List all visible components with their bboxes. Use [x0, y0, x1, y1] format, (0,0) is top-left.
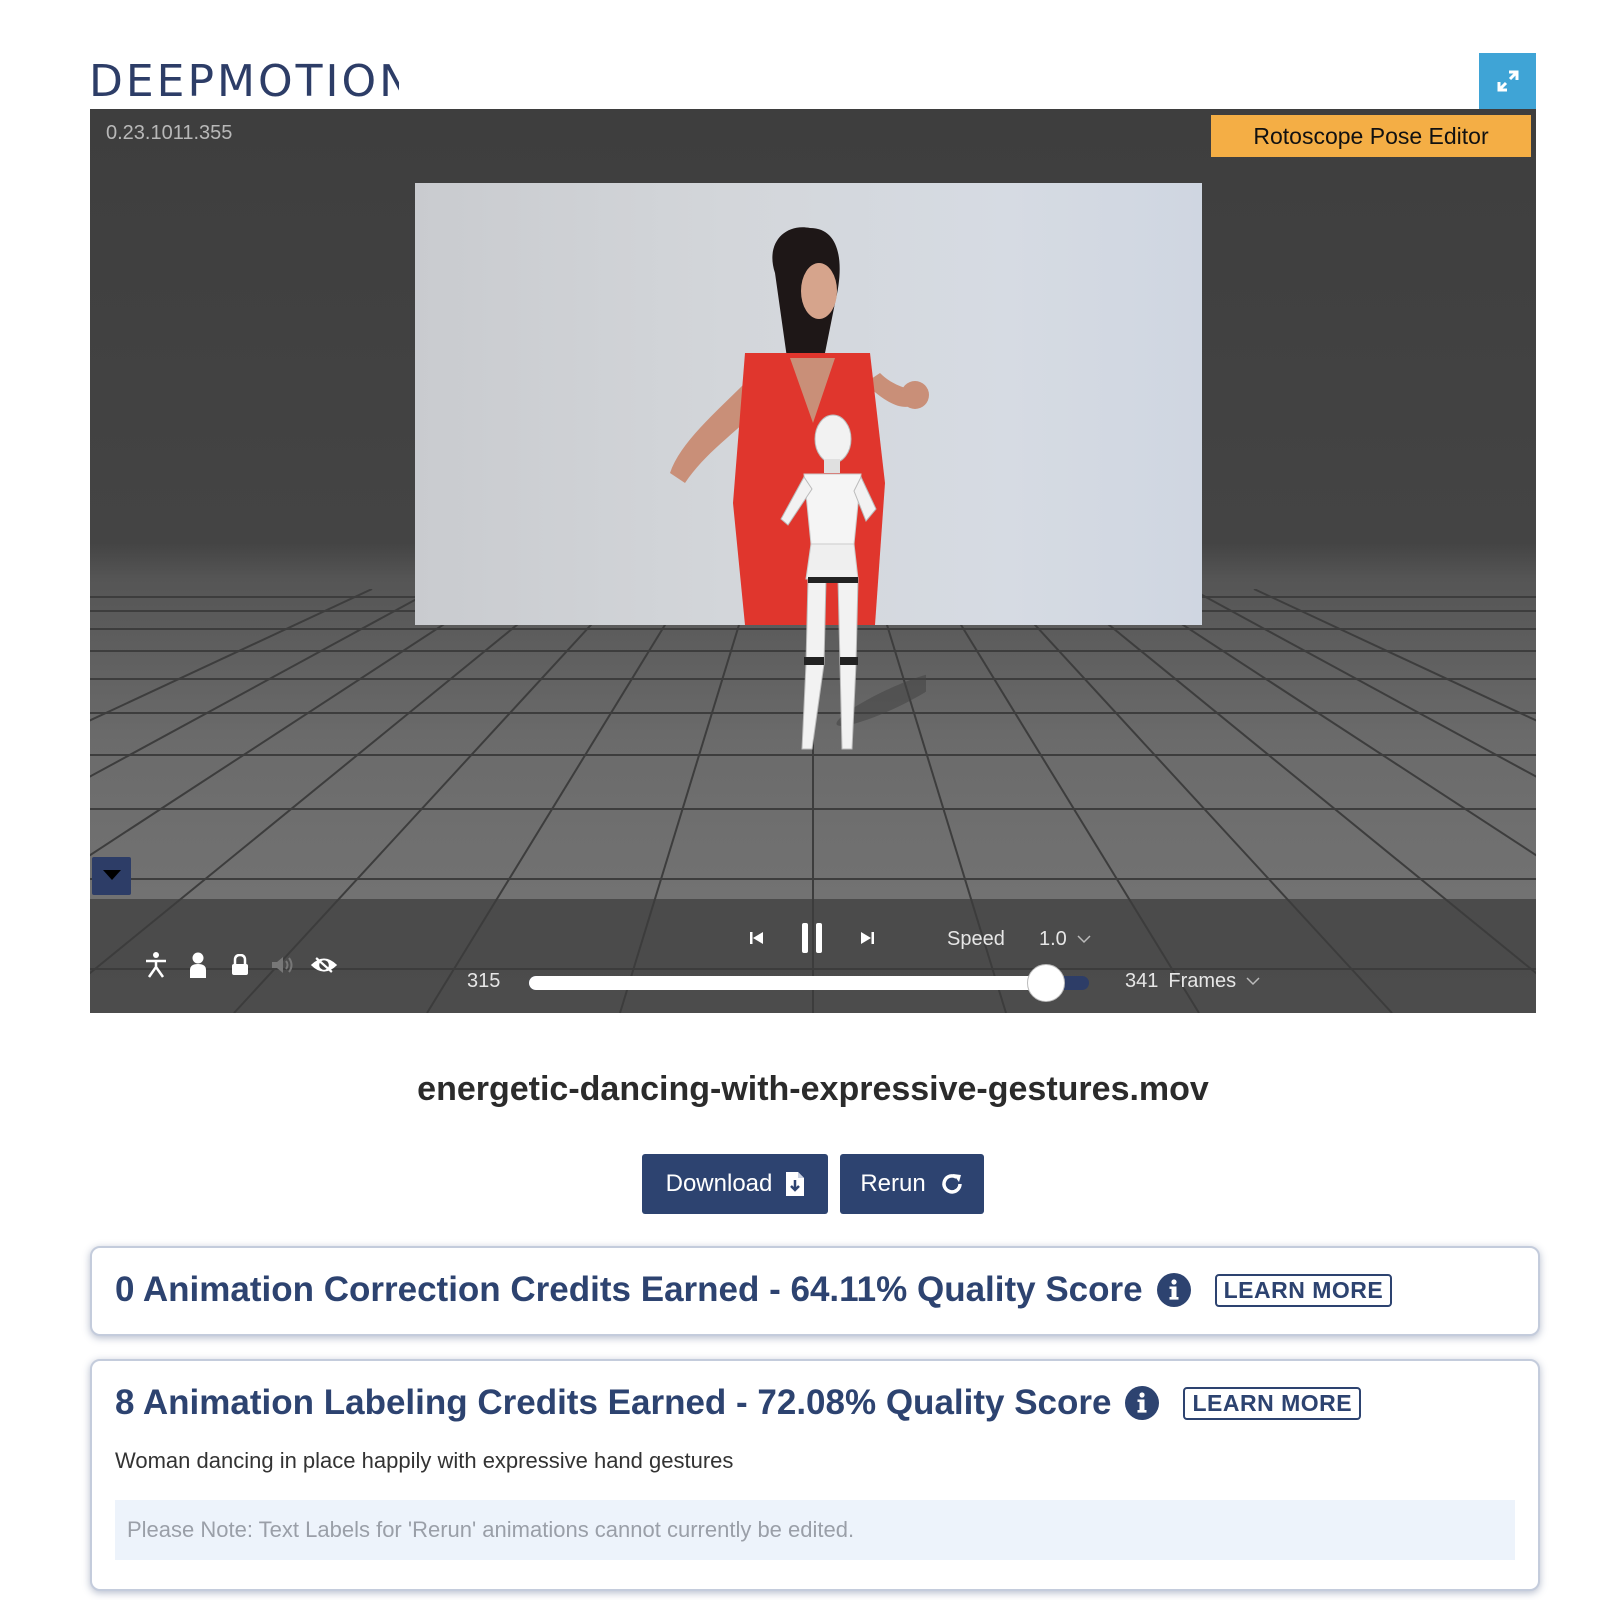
learn-more-button[interactable]: LEARN MORE: [1183, 1386, 1362, 1420]
chevron-down-icon: [1077, 935, 1091, 944]
fullscreen-button[interactable]: [1479, 53, 1536, 109]
rerun-button[interactable]: Rerun: [840, 1154, 984, 1214]
speed-select[interactable]: 1.0: [1039, 928, 1091, 951]
correction-card-header: 0 Animation Correction Credits Earned - …: [92, 1248, 1538, 1310]
animation-viewer[interactable]: 0.23.1011.355 Rotoscope Pose Editor Spee…: [90, 109, 1536, 1013]
animation-label-text: Woman dancing in place happily with expr…: [115, 1448, 734, 1473]
speed-value: 1.0: [1039, 928, 1067, 950]
caret-down-icon: [102, 870, 121, 880]
eye-icon[interactable]: [310, 951, 338, 979]
volume-icon[interactable]: [268, 951, 296, 979]
skip-forward-icon[interactable]: [860, 931, 874, 945]
avatar-mannequin: [780, 414, 926, 750]
learn-more-button[interactable]: LEARN MORE: [1214, 1273, 1393, 1307]
total-frames: 341: [1125, 970, 1159, 992]
download-button[interactable]: Download: [642, 1154, 828, 1214]
info-icon[interactable]: [1156, 1273, 1191, 1307]
download-label: Download: [665, 1170, 773, 1197]
playback-buttons: [750, 923, 874, 953]
lock-icon[interactable]: [226, 951, 254, 979]
file-download-icon: [786, 1172, 805, 1196]
viewer-tool-icons: [142, 951, 338, 979]
chevron-down-icon: [1246, 977, 1260, 986]
timeline-thumb[interactable]: [1027, 964, 1065, 1002]
deepmotion-logo-mark: DEEPMOTION: [89, 58, 399, 102]
collapse-panel-button[interactable]: [92, 857, 131, 895]
expand-arrows-icon: [1497, 70, 1518, 92]
version-label: 0.23.1011.355: [106, 122, 233, 144]
info-icon[interactable]: [1125, 1386, 1160, 1420]
labeling-credits-title: 8 Animation Labeling Credits Earned - 72…: [115, 1383, 1112, 1422]
pause-icon[interactable]: [802, 923, 822, 953]
correction-credits-card: 0 Animation Correction Credits Earned - …: [90, 1246, 1540, 1336]
current-frame: 315: [467, 970, 501, 992]
frames-label: Frames: [1168, 970, 1237, 992]
deepmotion-logo: DEEPMOTION: [89, 56, 409, 104]
frames-select[interactable]: 341 Frames: [1125, 970, 1260, 993]
labeling-card-header: 8 Animation Labeling Credits Earned - 72…: [92, 1361, 1538, 1423]
correction-credits-title: 0 Animation Correction Credits Earned - …: [115, 1270, 1143, 1309]
timeline-progress: [529, 976, 1046, 990]
file-name: energetic-dancing-with-expressive-gestur…: [417, 1070, 1209, 1108]
rerun-note: Please Note: Text Labels for 'Rerun' ani…: [115, 1500, 1515, 1560]
rotoscope-pose-editor-button[interactable]: Rotoscope Pose Editor: [1211, 115, 1531, 157]
timeline-slider[interactable]: [529, 964, 1089, 1002]
rerun-label: Rerun: [860, 1170, 926, 1197]
playback-controls: Speed 1.0 315 341 Frames: [90, 899, 1536, 1013]
avatar-icon[interactable]: [184, 951, 212, 979]
speed-label: Speed: [947, 928, 1005, 950]
refresh-icon: [941, 1174, 962, 1194]
action-buttons: Download Rerun: [642, 1154, 984, 1214]
labeling-credits-card: 8 Animation Labeling Credits Earned - 72…: [90, 1359, 1540, 1591]
skip-back-icon[interactable]: [750, 931, 764, 945]
skeleton-icon[interactable]: [142, 951, 170, 979]
svg-text:DEEPMOTION: DEEPMOTION: [89, 58, 399, 102]
